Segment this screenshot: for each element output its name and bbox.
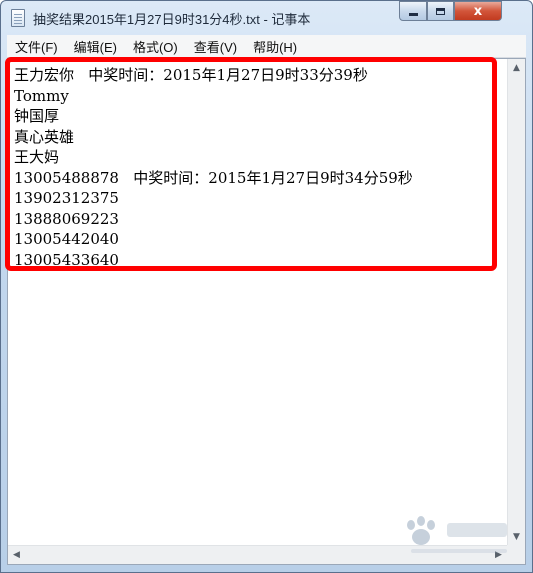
- text-line: 13888069223: [14, 209, 119, 228]
- minimize-icon: [408, 12, 418, 16]
- scroll-left-icon[interactable]: ◀: [8, 546, 25, 563]
- text-line: 王力宏你 中奖时间：2015年1月27日9时33分39秒: [14, 66, 368, 84]
- maximize-button[interactable]: [427, 1, 454, 21]
- notepad-icon[interactable]: [11, 9, 25, 27]
- text-line: Tommy: [14, 86, 69, 105]
- window-title: 抽奖结果2015年1月27日9时31分4秒.txt - 记事本: [33, 12, 311, 27]
- text-editor[interactable]: 王力宏你 中奖时间：2015年1月27日9时33分39秒 Tommy 钟国厚 真…: [8, 59, 507, 545]
- scroll-down-icon[interactable]: ▼: [508, 528, 525, 545]
- text-line: 王大妈: [14, 148, 60, 166]
- text-line: 13902312375: [14, 189, 119, 207]
- horizontal-scrollbar[interactable]: ◀ ▶: [8, 545, 507, 564]
- text-line: 13005433640: [14, 250, 119, 269]
- scroll-up-icon[interactable]: ▲: [508, 59, 525, 76]
- notepad-window: 抽奖结果2015年1月27日9时31分4秒.txt - 记事本 x 文件(F) …: [0, 0, 533, 573]
- close-button[interactable]: x: [454, 1, 502, 21]
- text-line: 13005488878 中奖时间：2015年1月27日9时34分59秒: [14, 168, 413, 187]
- menu-bar: 文件(F) 编辑(E) 格式(O) 查看(V) 帮助(H): [7, 35, 526, 58]
- editor-panel: 王力宏你 中奖时间：2015年1月27日9时33分39秒 Tommy 钟国厚 真…: [7, 58, 526, 565]
- minimize-button[interactable]: [399, 1, 427, 21]
- menu-file[interactable]: 文件(F): [7, 37, 66, 56]
- menu-edit[interactable]: 编辑(E): [66, 37, 125, 56]
- text-line: 13005442040: [14, 230, 119, 248]
- resize-grip[interactable]: [507, 545, 525, 564]
- vertical-scrollbar[interactable]: ▲ ▼: [507, 59, 525, 545]
- maximize-icon: [436, 7, 445, 15]
- text-line: 钟国厚: [14, 107, 60, 125]
- menu-view[interactable]: 查看(V): [186, 37, 245, 56]
- scroll-right-icon[interactable]: ▶: [490, 546, 507, 563]
- title-bar[interactable]: 抽奖结果2015年1月27日9时31分4秒.txt - 记事本 x: [1, 1, 532, 35]
- text-line: 真心英雄: [14, 127, 75, 146]
- menu-format[interactable]: 格式(O): [125, 37, 186, 56]
- menu-help[interactable]: 帮助(H): [245, 37, 305, 56]
- close-icon: x: [473, 3, 483, 19]
